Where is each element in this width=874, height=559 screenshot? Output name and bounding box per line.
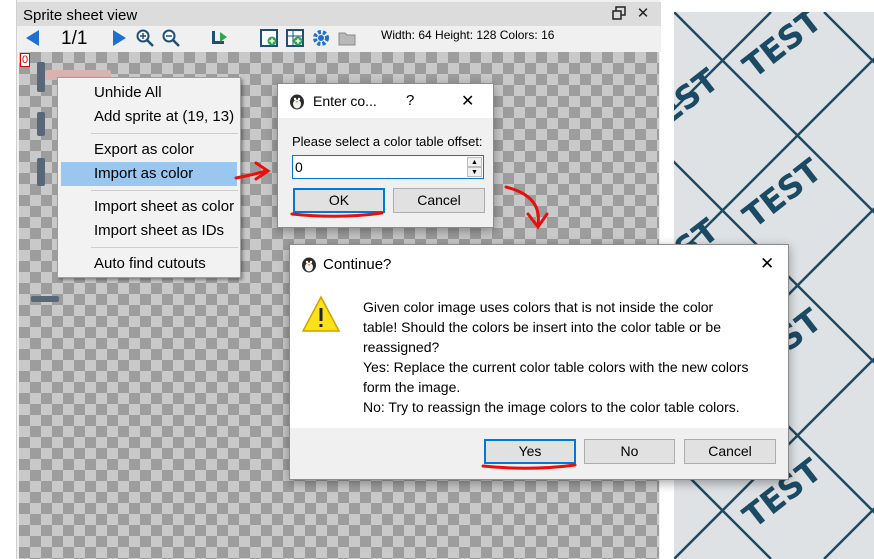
folder-icon[interactable] [337,28,357,48]
panel-toolbar: 1/1 Width: 64 Height: 128 Colors: 16 [17,26,661,52]
sprite-thumbnail [31,296,59,302]
app-penguin-icon [302,257,316,273]
texture-line [823,507,874,559]
settings-gear-icon[interactable] [311,28,331,48]
sprite-info-text: Width: 64 Height: 128 Colors: 16 [381,28,555,42]
cancel-button[interactable]: Cancel [684,439,776,464]
warning-icon [301,295,341,332]
message-line: No: Try to reassign the image colors to … [363,399,740,415]
menu-separator [91,133,238,134]
close-icon[interactable]: ✕ [760,254,774,274]
color-offset-dialog: Enter co... ? ✕ Please select a color ta… [277,83,494,228]
spin-up-icon[interactable]: ▲ [467,157,482,167]
add-sprite-icon[interactable] [259,28,279,48]
message-line: form the image. [363,379,461,395]
menu-item-add-sprite[interactable]: Add sprite at (19, 13) [61,105,237,129]
dialog-body: Continue? ✕ Given color image uses color… [290,245,788,428]
texture-test-label: TEST [736,12,829,86]
close-icon[interactable]: ✕ [461,91,474,111]
sprite-index-label: 0 [20,53,31,67]
spin-arrows: ▲ ▼ [467,157,482,177]
zoom-out-icon[interactable] [161,28,181,48]
yes-button[interactable]: Yes [484,439,576,464]
dialog-titlebar[interactable]: Enter co... ? ✕ [278,84,493,118]
texture-line [823,12,874,64]
menu-separator [91,247,238,248]
panel-title: Sprite sheet view [23,7,138,24]
message-line: Yes: Replace the current color table col… [363,359,749,375]
close-panel-icon[interactable]: ✕ [635,6,651,22]
message-line: reassigned? [363,339,440,355]
add-sheet-icon[interactable] [285,28,305,48]
offset-value: 0 [295,159,303,175]
menu-item-auto-find-cutouts[interactable]: Auto find cutouts [61,252,237,276]
menu-item-import-sheet-as-color[interactable]: Import sheet as color [61,195,237,219]
continue-dialog: Continue? ✕ Given color image uses color… [289,244,789,480]
texture-test-label: TEST [674,61,726,146]
next-page-icon[interactable] [109,28,129,48]
float-panel-icon[interactable] [611,6,627,22]
ok-button[interactable]: OK [293,188,385,213]
menu-item-export-as-color[interactable]: Export as color [61,138,237,162]
rotate-sprite-icon[interactable] [209,28,229,48]
menu-item-import-sheet-as-ids[interactable]: Import sheet as IDs [61,219,237,243]
cancel-button[interactable]: Cancel [393,188,485,213]
dialog-title: Continue? [323,256,392,273]
message-line: Given color image uses colors that is no… [363,299,714,315]
prev-page-icon[interactable] [23,28,43,48]
sprite-context-menu: Unhide All Add sprite at (19, 13) Export… [57,77,241,278]
offset-spinbox[interactable]: 0 ▲ ▼ [292,155,484,179]
menu-item-unhide-all[interactable]: Unhide All [61,81,237,105]
texture-test-label: TEST [736,151,829,236]
zoom-in-icon[interactable] [135,28,155,48]
help-icon[interactable]: ? [406,92,414,109]
message-text: Given color image uses colors that is no… [363,297,748,417]
panel-titlebar[interactable]: Sprite sheet view ✕ [17,2,661,26]
sprite-thumbnail [37,62,45,92]
offset-prompt: Please select a color table offset: [292,134,483,149]
spin-down-icon[interactable]: ▼ [467,167,482,177]
dialog-title: Enter co... [313,93,377,109]
menu-item-import-as-color[interactable]: Import as color [61,162,237,186]
menu-separator [91,190,238,191]
sprite-thumbnail [37,112,45,136]
sprite-thumbnail [37,158,45,186]
app-penguin-icon [290,94,304,110]
message-line: table! Should the colors be insert into … [363,319,721,335]
page-indicator: 1/1 [61,28,88,49]
no-button[interactable]: No [584,439,675,464]
